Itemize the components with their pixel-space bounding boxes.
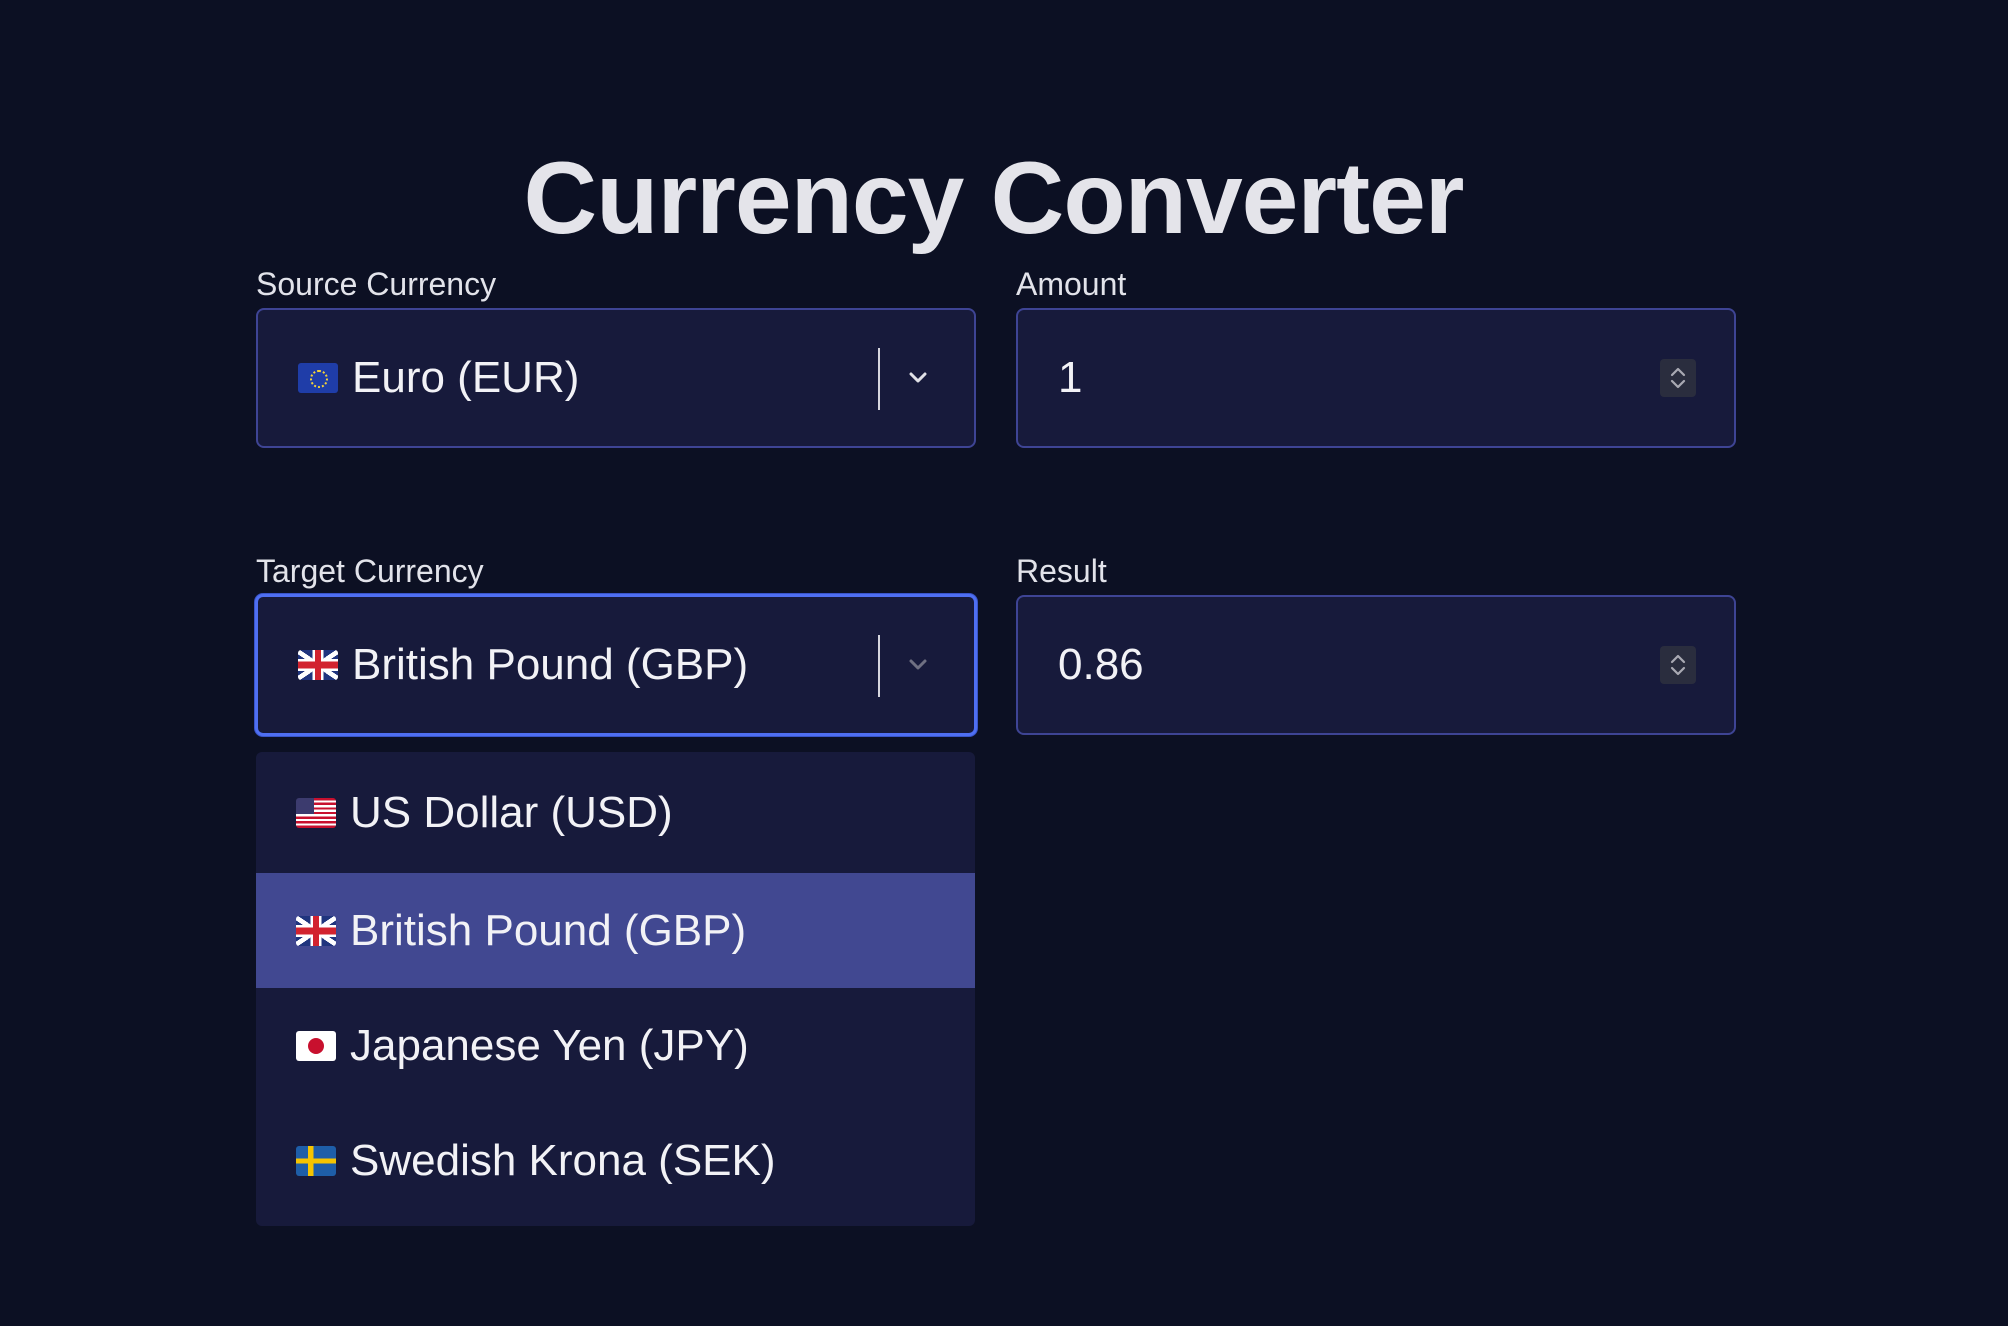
result-field[interactable]: 0.86: [1016, 595, 1736, 735]
target-currency-label: Target Currency: [256, 553, 484, 589]
target-currency-select[interactable]: British Pound (GBP): [255, 594, 977, 736]
chevron-down-icon[interactable]: [898, 645, 938, 685]
se-flag-icon: [296, 1145, 336, 1176]
option-label: Swedish Krona (SEK): [350, 1135, 776, 1185]
option-label: US Dollar (USD): [350, 787, 673, 837]
stepper-arrows-icon: [1670, 654, 1686, 676]
option-gbp[interactable]: British Pound (GBP): [256, 873, 975, 988]
gb-flag-icon: [296, 915, 336, 946]
option-sek[interactable]: Swedish Krona (SEK): [256, 1103, 975, 1218]
select-divider: [878, 635, 880, 697]
eu-flag-icon: [298, 363, 338, 393]
amount-label: Amount: [1016, 266, 1127, 302]
us-flag-icon: [296, 797, 336, 828]
select-divider: [878, 348, 880, 410]
target-currency-dropdown: US Dollar (USD) British Pound (GBP) Japa…: [256, 752, 975, 1226]
amount-input[interactable]: 1: [1016, 308, 1736, 448]
option-jpy[interactable]: Japanese Yen (JPY): [256, 988, 975, 1103]
option-usd[interactable]: US Dollar (USD): [256, 752, 975, 873]
jp-flag-icon: [296, 1030, 336, 1061]
source-currency-value: Euro (EUR): [298, 310, 579, 446]
target-currency-value: British Pound (GBP): [298, 597, 748, 733]
option-label: British Pound (GBP): [350, 905, 747, 955]
result-stepper[interactable]: [1660, 646, 1696, 684]
source-currency-select[interactable]: Euro (EUR): [256, 308, 976, 448]
source-currency-text: Euro (EUR): [352, 353, 580, 402]
chevron-down-icon[interactable]: [898, 358, 938, 398]
result-value: 0.86: [1058, 640, 1144, 689]
stepper-arrows-icon: [1670, 367, 1686, 389]
gb-flag-icon: [298, 650, 338, 680]
target-currency-text: British Pound (GBP): [352, 640, 749, 689]
result-label: Result: [1016, 553, 1107, 589]
amount-value: 1: [1058, 353, 1083, 402]
option-label: Japanese Yen (JPY): [350, 1020, 749, 1070]
amount-stepper[interactable]: [1660, 359, 1696, 397]
page-title: Currency Converter: [523, 141, 1465, 256]
source-currency-label: Source Currency: [256, 266, 497, 302]
